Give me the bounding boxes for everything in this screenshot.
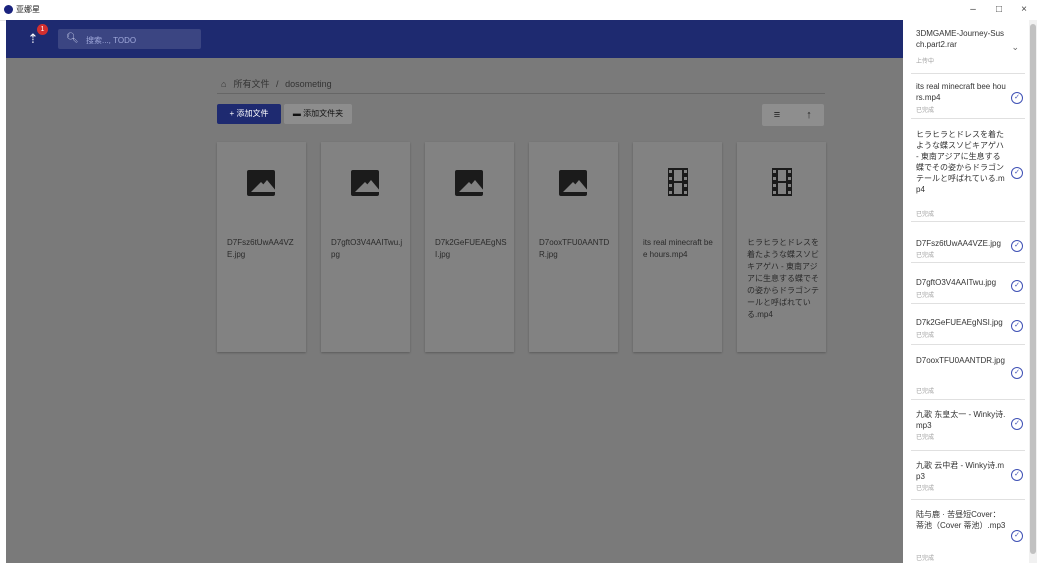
upload-status: 已完成	[916, 556, 935, 562]
add-file-button[interactable]: + 添加文件	[217, 104, 281, 124]
upload-file-name: D7Fsz6tUwAA4VZE.jpg	[916, 239, 1001, 248]
check-circle-icon: ✓	[1011, 240, 1023, 252]
image-thumbnail	[529, 142, 618, 232]
file-card[interactable]: D7Fsz6tUwAA4VZE.jpg	[217, 142, 306, 352]
breadcrumb-separator: /	[276, 79, 279, 89]
sort-direction-button[interactable]: ↑	[794, 104, 824, 126]
file-name: D7ooxTFU0AANTDR.jpg	[539, 238, 610, 259]
file-name: D7Fsz6tUwAA4VZE.jpg	[227, 238, 294, 259]
file-card[interactable]: its real minecraft bee hours.mp4	[633, 142, 722, 352]
check-circle-icon: ✓	[1011, 320, 1023, 332]
check-circle-icon: ✓	[1011, 92, 1023, 104]
upload-item[interactable]: 3DMGAME-Journey-Susch.part2.rar 上传中 ⌄	[911, 20, 1025, 74]
image-icon	[247, 170, 275, 196]
image-icon	[351, 170, 379, 196]
upload-status: 已完成	[916, 253, 935, 259]
upload-file-name: 3DMGAME-Journey-Susch.part2.rar	[916, 29, 1005, 49]
breadcrumb-current: dosometing	[285, 79, 332, 89]
upload-status: 已完成	[916, 333, 935, 339]
sort-button[interactable]: ≡	[762, 104, 792, 126]
upload-file-name: ヒラヒラとドレスを着たような蝶スソビキアゲハ - 東南アジアに生息する蝶でその姿…	[916, 130, 1005, 194]
upload-file-name: D7gftO3V4AAITwu.jpg	[916, 278, 997, 287]
folder-icon: ▬	[292, 109, 301, 118]
upload-item[interactable]: D7gftO3V4AAITwu.jpg 已完成 ✓	[911, 263, 1025, 304]
upload-status: 上传中	[916, 59, 935, 65]
check-circle-icon: ✓	[1011, 469, 1023, 481]
file-card[interactable]: D7gftO3V4AAITwu.jpg	[321, 142, 410, 352]
check-circle-icon: ✓	[1011, 418, 1023, 430]
breadcrumb: ⌂ 所有文件 / dosometing	[221, 77, 821, 93]
maximize-button[interactable]: □	[988, 2, 1010, 18]
breadcrumb-root[interactable]: 所有文件	[234, 79, 270, 89]
upload-count-badge: 1	[37, 24, 48, 35]
upload-item[interactable]: D7ooxTFU0AANTDR.jpg 已完成 ✓	[911, 345, 1025, 400]
upload-panel: 3DMGAME-Journey-Susch.part2.rar 上传中 ⌄ it…	[903, 20, 1037, 567]
image-icon	[455, 170, 483, 196]
breadcrumb-divider	[217, 93, 825, 94]
upload-item[interactable]: ヒラヒラとドレスを着たような蝶スソビキアゲハ - 東南アジアに生息する蝶でその姿…	[911, 119, 1025, 222]
upload-file-name: 陆与鹿 · 苦昼短Cover：蒂池（Cover 蒂池）.mp3	[916, 510, 1006, 530]
search-icon: 🔍︎	[66, 33, 79, 44]
upload-item[interactable]: its real minecraft bee hours.mp4 已完成 ✓	[911, 74, 1025, 119]
film-icon	[668, 168, 688, 196]
upload-status: 已完成	[916, 108, 935, 114]
panel-scrollbar[interactable]	[1029, 20, 1037, 563]
window-title: 亚娜星	[16, 5, 40, 14]
upload-item[interactable]: 九歌 东皇太一 - Winky诗.mp3 已完成 ✓	[911, 400, 1025, 451]
search-input[interactable]	[84, 31, 200, 49]
film-icon	[772, 168, 792, 196]
uploading-icon: ⌄	[1011, 42, 1019, 52]
search-box[interactable]: 🔍︎	[58, 29, 201, 49]
check-circle-icon: ✓	[1011, 367, 1023, 379]
scrollbar-thumb[interactable]	[1030, 24, 1036, 554]
upload-status: 已完成	[916, 486, 935, 492]
add-folder-label: 添加文件夹	[303, 109, 344, 118]
check-circle-icon: ✓	[1011, 167, 1023, 179]
upload-status: 已完成	[916, 435, 935, 441]
file-name: its real minecraft bee hours.mp4	[643, 238, 713, 259]
video-thumbnail	[737, 142, 826, 232]
check-circle-icon: ✓	[1011, 530, 1023, 542]
check-circle-icon: ✓	[1011, 280, 1023, 292]
window-titlebar: 亚娜星 – □ ×	[0, 0, 1037, 21]
image-thumbnail	[321, 142, 410, 232]
image-thumbnail	[217, 142, 306, 232]
video-thumbnail	[633, 142, 722, 232]
file-card[interactable]: D7k2GeFUEAEgNSI.jpg	[425, 142, 514, 352]
sort-controls: ≡ ↑	[762, 104, 824, 126]
upload-item[interactable]: 九歌 云中君 - Winky诗.mp3 已完成 ✓	[911, 451, 1025, 500]
minimize-button[interactable]: –	[962, 2, 984, 18]
main-area: ⇡ 1 🔍︎ ⌂ 所有文件 / dosometing + 添加文件 ▬ 添加文件…	[6, 20, 903, 563]
file-name: D7k2GeFUEAEgNSI.jpg	[435, 238, 507, 259]
upload-item[interactable]: D7Fsz6tUwAA4VZE.jpg 已完成 ✓	[911, 222, 1025, 263]
upload-file-name: 九歌 东皇太一 - Winky诗.mp3	[916, 410, 1006, 430]
app-logo-icon	[4, 5, 13, 14]
upload-status: 已完成	[916, 389, 935, 395]
upload-status: 已完成	[916, 293, 935, 299]
add-folder-button[interactable]: ▬ 添加文件夹	[284, 104, 352, 124]
file-name: ヒラヒラとドレスを着たような蝶スソビキアゲハ - 東南アジアに生息する蝶でその姿…	[747, 238, 819, 319]
image-icon	[559, 170, 587, 196]
upload-file-name: its real minecraft bee hours.mp4	[916, 82, 1006, 102]
home-icon: ⌂	[221, 79, 227, 89]
file-card[interactable]: ヒラヒラとドレスを着たような蝶スソビキアゲハ - 東南アジアに生息する蝶でその姿…	[737, 142, 826, 352]
image-thumbnail	[425, 142, 514, 232]
upload-file-name: D7ooxTFU0AANTDR.jpg	[916, 356, 1005, 365]
file-card[interactable]: D7ooxTFU0AANTDR.jpg	[529, 142, 618, 352]
app-bar: ⇡ 1 🔍︎	[6, 20, 903, 58]
upload-file-name: 九歌 云中君 - Winky诗.mp3	[916, 461, 1004, 481]
close-button[interactable]: ×	[1013, 2, 1035, 18]
upload-item[interactable]: D7k2GeFUEAEgNSI.jpg 已完成 ✓	[911, 304, 1025, 345]
upload-file-name: D7k2GeFUEAEgNSI.jpg	[916, 318, 1003, 327]
upload-item[interactable]: 陆与鹿 · 苦昼短Cover：蒂池（Cover 蒂池）.mp3 已完成 ✓	[911, 500, 1025, 563]
upload-status: 已完成	[916, 212, 935, 218]
file-name: D7gftO3V4AAITwu.jpg	[331, 238, 403, 259]
